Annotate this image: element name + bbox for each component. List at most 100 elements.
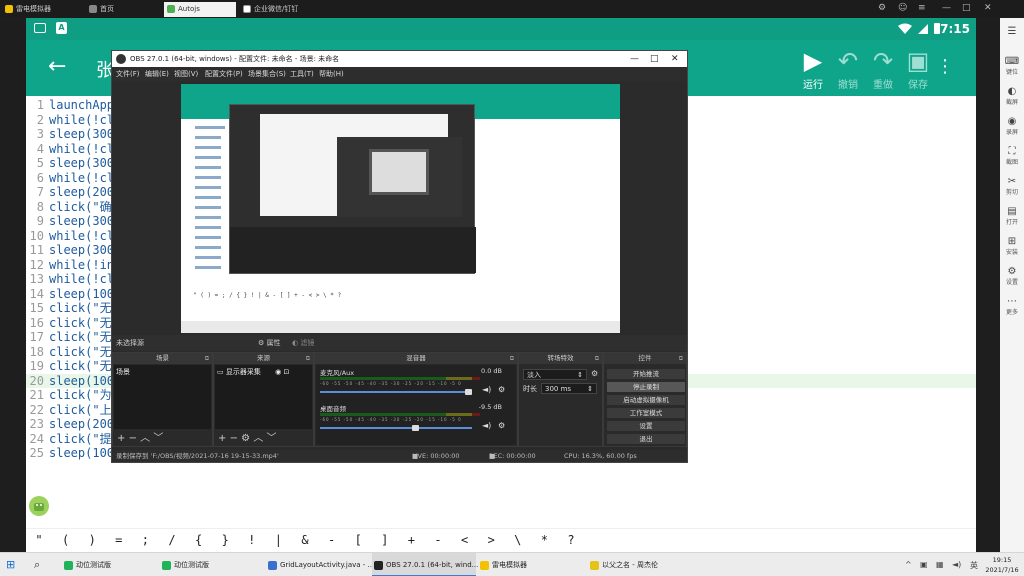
sidebar-tool[interactable]: ◐ 截屏 — [1000, 86, 1024, 106]
up-icon[interactable]: ︿ — [253, 433, 263, 444]
volume-icon[interactable]: ◄) — [952, 560, 961, 569]
sidebar-tool[interactable]: ⊞ 安装 — [1000, 236, 1024, 256]
down-icon[interactable]: ﹀ — [267, 433, 277, 444]
back-arrow-icon[interactable]: ← — [48, 54, 66, 79]
system-clock[interactable]: 19:15 2021/7/16 — [984, 555, 1020, 575]
symbol-key[interactable]: / — [162, 533, 182, 547]
save-button[interactable]: ▣ 保存 — [901, 46, 935, 91]
dock-float-icon[interactable]: ⧉ — [510, 353, 514, 364]
emulator-tab-wecom[interactable]: 企业微信/钉钉 — [240, 2, 318, 17]
menu-scene-collection[interactable]: 场景集合(S) — [248, 67, 286, 81]
symbol-key[interactable]: ? — [561, 533, 581, 547]
chevron-up-icon[interactable]: ^ — [905, 560, 912, 569]
emulator-tab-desktop[interactable]: 首页 — [86, 2, 158, 17]
gear-icon[interactable]: ⚙ — [591, 369, 598, 378]
gamepad-icon[interactable]: ⚙ — [878, 3, 886, 13]
add-icon[interactable]: + — [218, 433, 226, 444]
taskbar-app[interactable]: 以父之名 - 周杰伦 — [588, 553, 698, 576]
desktop-volume-knob[interactable] — [411, 425, 419, 431]
symbol-key[interactable]: { — [189, 533, 209, 547]
symbol-key[interactable]: ) — [82, 533, 102, 547]
start-streaming-button[interactable]: 开始推流 — [606, 368, 686, 380]
exit-button[interactable]: 退出 — [606, 433, 686, 445]
symbol-key[interactable]: - — [322, 533, 342, 547]
dock-float-icon[interactable]: ⧉ — [679, 353, 683, 364]
symbol-key[interactable]: ! — [242, 533, 262, 547]
settings-icon[interactable]: ⚙ — [241, 433, 250, 444]
redo-button[interactable]: ↷ 重做 — [866, 46, 900, 91]
symbol-key[interactable]: | — [268, 533, 288, 547]
eye-icon[interactable]: ◉ — [275, 368, 281, 376]
menu-file[interactable]: 文件(F) — [116, 67, 140, 81]
scene-item[interactable]: 场景 — [116, 367, 130, 377]
desktop-volume-slider[interactable] — [320, 427, 472, 429]
lock-icon[interactable]: ⊡ — [283, 368, 289, 376]
add-icon[interactable]: + — [117, 433, 125, 444]
sidebar-tool[interactable]: ☰ — [1000, 26, 1024, 37]
tray-icon[interactable]: ▣ — [920, 560, 928, 569]
close-icon[interactable]: ✕ — [984, 3, 992, 13]
properties-button[interactable]: ⚙ 属性 — [258, 335, 281, 351]
transition-select[interactable]: 淡入 ⇕ — [523, 369, 587, 380]
symbol-key[interactable]: = — [109, 533, 129, 547]
menu-icon[interactable]: ≡ — [918, 3, 926, 13]
studio-mode-button[interactable]: 工作室模式 — [606, 407, 686, 419]
symbol-key[interactable]: - — [428, 533, 448, 547]
dock-float-icon[interactable]: ⧉ — [306, 353, 310, 364]
symbol-key[interactable]: ] — [375, 533, 395, 547]
up-icon[interactable]: ︿ — [140, 433, 150, 444]
sidebar-tool[interactable]: ⚙ 设置 — [1000, 266, 1024, 286]
stop-recording-button[interactable]: 停止录制 — [606, 381, 686, 393]
settings-button[interactable]: 设置 — [606, 420, 686, 432]
symbol-key[interactable]: \ — [508, 533, 528, 547]
minimize-icon[interactable]: — — [630, 51, 639, 67]
taskbar-app[interactable]: GridLayoutActivity.java - ... — [266, 553, 374, 576]
symbol-key[interactable]: " — [29, 533, 49, 547]
taskbar-app[interactable]: OBS 27.0.1 (64-bit, wind... — [372, 553, 478, 576]
mic-volume-knob[interactable] — [465, 389, 473, 395]
mic-volume-slider[interactable] — [320, 391, 472, 393]
android-robot-icon[interactable] — [28, 494, 50, 518]
sidebar-tool[interactable]: ▤ 打开 — [1000, 206, 1024, 226]
maximize-icon[interactable]: □ — [650, 51, 659, 67]
search-icon[interactable]: ⌕ — [34, 558, 40, 572]
menu-view[interactable]: 视图(V) — [174, 67, 198, 81]
remove-icon[interactable]: − — [230, 433, 238, 444]
symbol-key[interactable]: [ — [348, 533, 368, 547]
filters-button[interactable]: ◐ 滤镜 — [292, 335, 314, 351]
symbol-key[interactable]: ( — [56, 533, 76, 547]
account-icon[interactable]: ☺ — [898, 3, 907, 13]
gear-icon[interactable]: ⚙ — [498, 421, 505, 430]
windows-start-icon[interactable]: ⊞ — [6, 558, 15, 571]
down-icon[interactable]: ﹀ — [153, 433, 163, 444]
speaker-icon[interactable]: ◄) — [482, 421, 491, 430]
minimize-icon[interactable]: — — [942, 3, 951, 13]
menu-edit[interactable]: 编辑(E) — [145, 67, 169, 81]
symbol-key[interactable]: < — [455, 533, 475, 547]
source-item[interactable]: ▭ 显示器采集 ◉ ⊡ — [217, 367, 289, 377]
taskbar-app[interactable]: 动位测试版 — [160, 553, 252, 576]
symbol-key[interactable]: > — [481, 533, 501, 547]
symbol-key[interactable]: & — [295, 533, 315, 547]
gear-icon[interactable]: ⚙ — [498, 385, 505, 394]
symbol-key[interactable]: } — [215, 533, 235, 547]
menu-tools[interactable]: 工具(T) — [290, 67, 314, 81]
symbol-key[interactable]: ; — [135, 533, 155, 547]
sidebar-tool[interactable]: ⛶ 截图 — [1000, 146, 1024, 166]
sidebar-tool[interactable]: ◉ 录屏 — [1000, 116, 1024, 136]
remove-icon[interactable]: − — [129, 433, 137, 444]
obs-preview[interactable]: " ( ) = ; / { } ! | & - [ ] + - < > \ * … — [181, 84, 620, 333]
speaker-icon[interactable]: ◄) — [482, 385, 491, 394]
dock-float-icon[interactable]: ⧉ — [205, 353, 209, 364]
undo-button[interactable]: ↶ 撤销 — [831, 46, 865, 91]
maximize-icon[interactable]: □ — [962, 3, 971, 13]
duration-field[interactable]: 300 ms ⇕ — [541, 383, 597, 394]
taskbar-app[interactable]: 动位测试版 — [62, 553, 154, 576]
run-button[interactable]: ▶ 运行 — [796, 46, 830, 91]
symbol-key[interactable]: * — [534, 533, 554, 547]
network-icon[interactable]: ▦ — [936, 560, 944, 569]
emulator-tab-autojs[interactable]: Autojs — [164, 2, 236, 17]
sidebar-tool[interactable]: ⋯ 更多 — [1000, 296, 1024, 316]
menu-profile[interactable]: 配置文件(P) — [205, 67, 243, 81]
emulator-tab-home[interactable]: 雷电模拟器 — [2, 2, 74, 17]
